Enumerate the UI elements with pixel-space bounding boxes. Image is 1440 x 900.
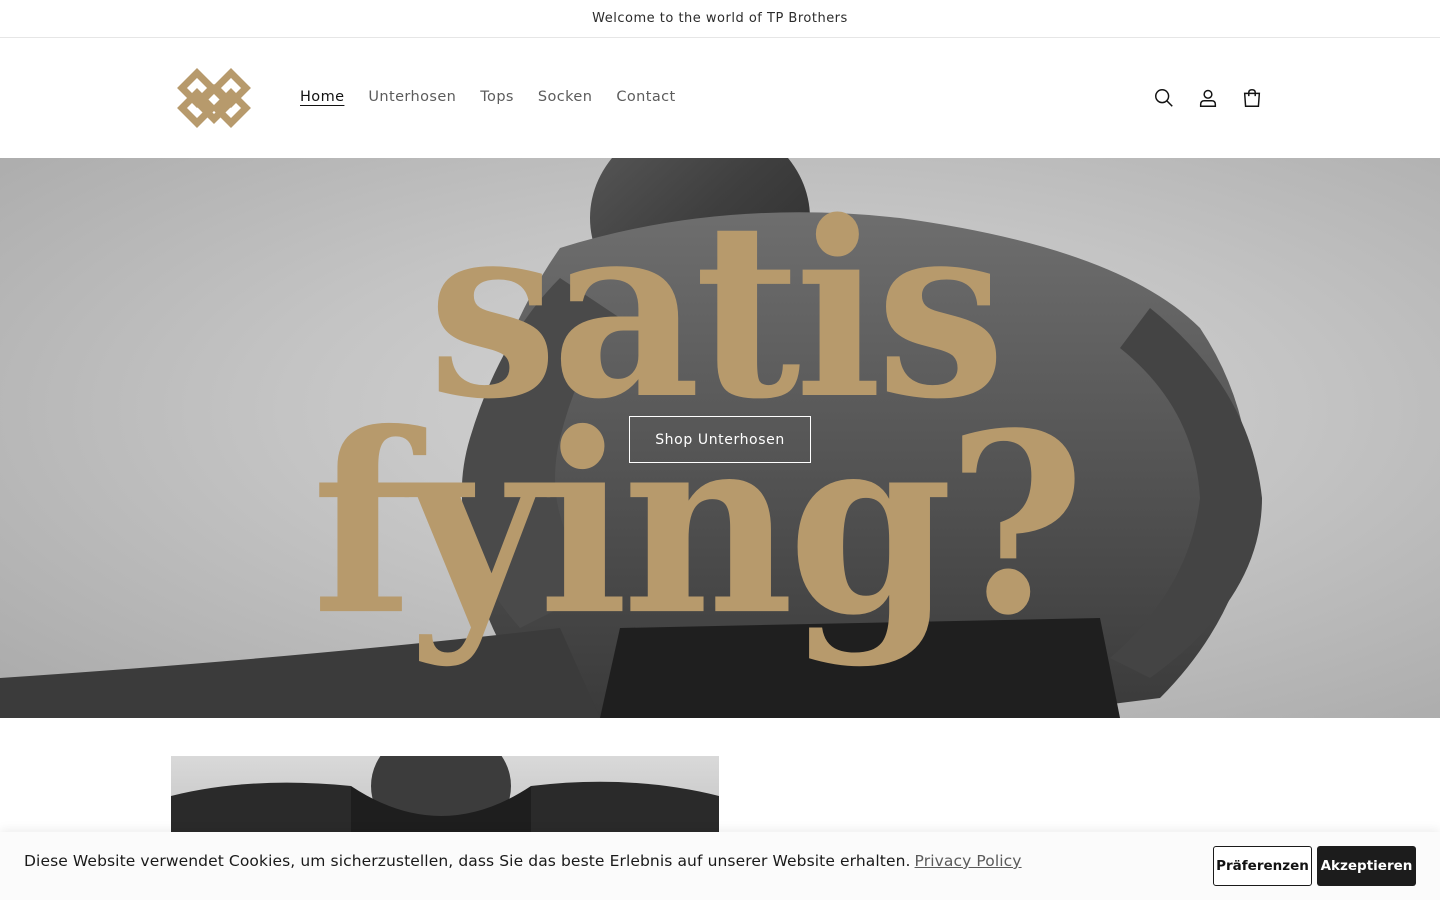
nav-unterhosen[interactable]: Unterhosen: [356, 85, 468, 109]
shop-unterhosen-button[interactable]: Shop Unterhosen: [629, 416, 811, 463]
header-icons: [1142, 76, 1274, 120]
nav-contact[interactable]: Contact: [604, 85, 687, 109]
cookie-message: Diese Website verwendet Cookies, um sich…: [24, 852, 1022, 870]
tp-brothers-logo-icon[interactable]: [176, 67, 252, 129]
site-header: Home Unterhosen Tops Socken Contact: [0, 38, 1440, 158]
main-navigation: Home Unterhosen Tops Socken Contact: [288, 85, 688, 109]
announcement-text: Welcome to the world of TP Brothers: [592, 11, 848, 26]
nav-socken[interactable]: Socken: [526, 85, 604, 109]
hero-banner: satis fying? Shop Unterhosen: [0, 158, 1440, 718]
account-icon[interactable]: [1186, 76, 1230, 120]
cookie-banner: Diese Website verwendet Cookies, um sich…: [0, 832, 1440, 900]
cookie-message-text: Diese Website verwendet Cookies, um sich…: [24, 852, 911, 870]
nav-home[interactable]: Home: [288, 85, 356, 109]
nav-tops[interactable]: Tops: [468, 85, 526, 109]
cart-icon[interactable]: [1230, 76, 1274, 120]
search-icon[interactable]: [1142, 76, 1186, 120]
preferences-button[interactable]: Präferenzen: [1213, 846, 1312, 886]
privacy-policy-link[interactable]: Privacy Policy: [915, 852, 1022, 870]
announcement-bar: Welcome to the world of TP Brothers: [0, 0, 1440, 38]
accept-button[interactable]: Akzeptieren: [1317, 846, 1416, 886]
